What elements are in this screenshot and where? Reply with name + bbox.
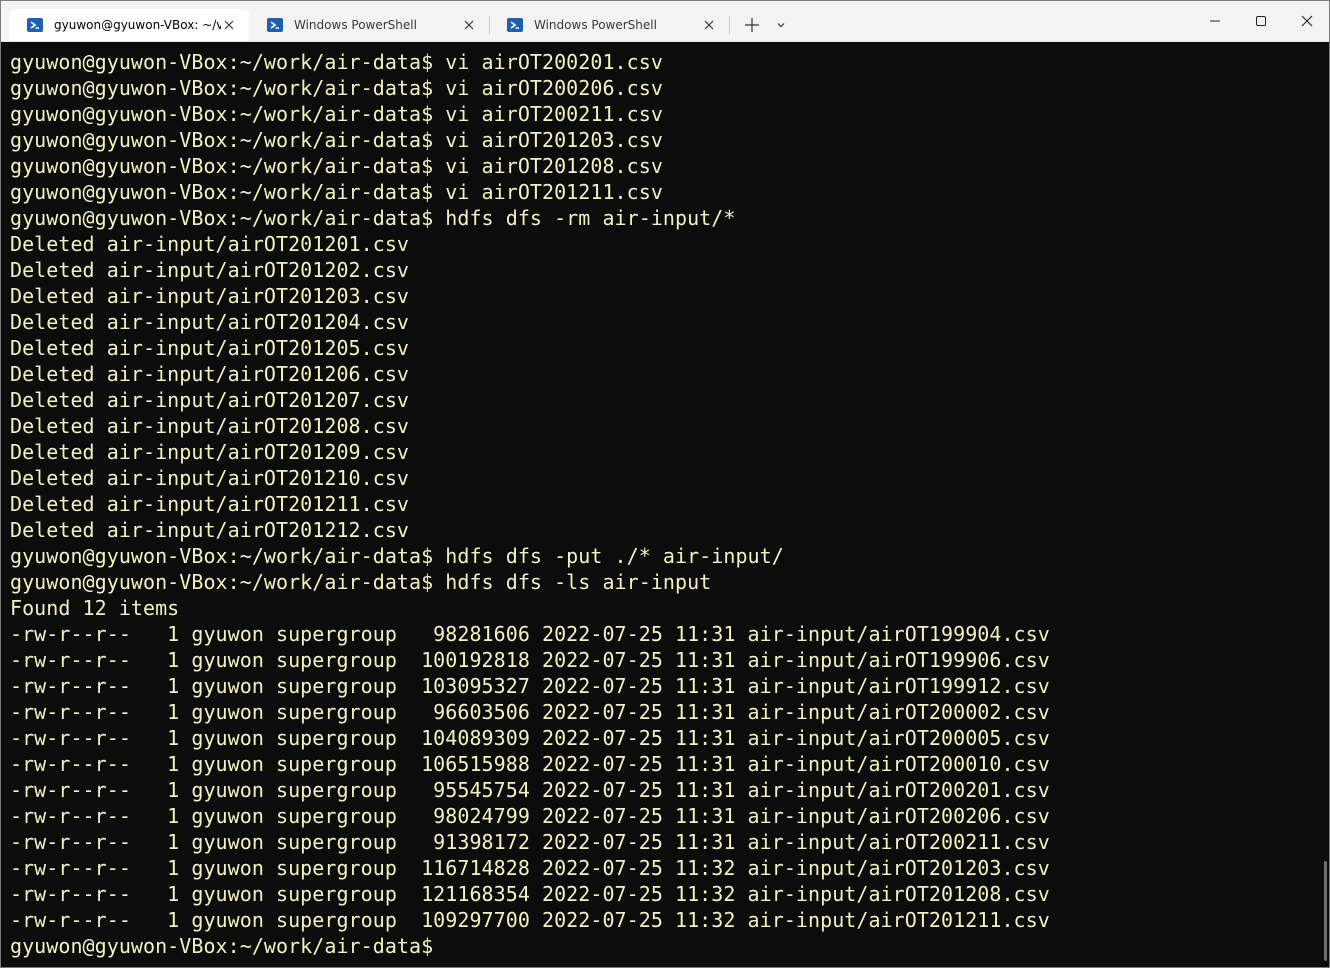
terminal-line: gyuwon@gyuwon-VBox:~/work/air-data$ hdfs…	[10, 206, 736, 230]
close-icon[interactable]	[221, 17, 237, 33]
chevron-down-icon	[777, 23, 785, 28]
terminal-line: gyuwon@gyuwon-VBox:~/work/air-data$ vi a…	[10, 50, 663, 74]
maximize-button[interactable]	[1238, 1, 1284, 41]
terminal-line: Deleted air-input/airOT201202.csv	[10, 258, 410, 282]
terminal-line: gyuwon@gyuwon-VBox:~/work/air-data$ vi a…	[10, 76, 663, 100]
terminal-line: gyuwon@gyuwon-VBox:~/work/air-data$ vi a…	[10, 154, 663, 178]
tab-bar: gyuwon@gyuwon-VBox: ~/v Windows PowerShe…	[1, 1, 1329, 42]
tab-label: gyuwon@gyuwon-VBox: ~/v	[54, 18, 221, 32]
terminal-line: -rw-r--r-- 1 gyuwon supergroup 103095327…	[10, 674, 1050, 698]
terminal-line: -rw-r--r-- 1 gyuwon supergroup 109297700…	[10, 908, 1050, 932]
maximize-icon	[1256, 16, 1266, 26]
terminal-line: Deleted air-input/airOT201207.csv	[10, 388, 410, 412]
terminal-line: Found 12 items	[10, 596, 180, 620]
minimize-icon	[1210, 20, 1220, 22]
terminal-line: Deleted air-input/airOT201205.csv	[10, 336, 410, 360]
plus-icon	[745, 18, 759, 32]
terminal-window: gyuwon@gyuwon-VBox: ~/v Windows PowerShe…	[0, 0, 1330, 968]
terminal-line: -rw-r--r-- 1 gyuwon supergroup 98024799 …	[10, 804, 1050, 828]
close-icon[interactable]	[701, 17, 717, 33]
terminal-line: -rw-r--r-- 1 gyuwon supergroup 104089309…	[10, 726, 1050, 750]
new-tab-button[interactable]	[737, 11, 767, 39]
terminal-line: Deleted air-input/airOT201208.csv	[10, 414, 410, 438]
window-close-button[interactable]	[1284, 1, 1329, 41]
terminal-line: gyuwon@gyuwon-VBox:~/work/air-data$	[10, 934, 434, 958]
terminal-line: Deleted air-input/airOT201203.csv	[10, 284, 410, 308]
scrollbar[interactable]	[1324, 861, 1327, 961]
tab-ubuntu-terminal[interactable]: gyuwon@gyuwon-VBox: ~/v	[9, 9, 249, 41]
terminal-line: gyuwon@gyuwon-VBox:~/work/air-data$ hdfs…	[10, 544, 784, 568]
tab-label: Windows PowerShell	[294, 18, 417, 32]
powershell-icon	[507, 18, 523, 32]
tab-separator	[729, 16, 730, 34]
terminal-line: -rw-r--r-- 1 gyuwon supergroup 100192818…	[10, 648, 1050, 672]
terminal-line: Deleted air-input/airOT201209.csv	[10, 440, 410, 464]
terminal-output[interactable]: gyuwon@gyuwon-VBox:~/work/air-data$ vi a…	[1, 42, 1323, 967]
terminal-line: -rw-r--r-- 1 gyuwon supergroup 91398172 …	[10, 830, 1050, 854]
terminal-line: gyuwon@gyuwon-VBox:~/work/air-data$ vi a…	[10, 102, 663, 126]
close-icon	[1301, 15, 1313, 27]
terminal-line: Deleted air-input/airOT201204.csv	[10, 310, 410, 334]
powershell-icon	[27, 18, 43, 32]
terminal-line: gyuwon@gyuwon-VBox:~/work/air-data$ hdfs…	[10, 570, 712, 594]
powershell-icon	[267, 18, 283, 32]
terminal-line: -rw-r--r-- 1 gyuwon supergroup 96603506 …	[10, 700, 1050, 724]
terminal-line: -rw-r--r-- 1 gyuwon supergroup 116714828…	[10, 856, 1050, 880]
terminal-line: Deleted air-input/airOT201212.csv	[10, 518, 410, 542]
terminal-line: -rw-r--r-- 1 gyuwon supergroup 121168354…	[10, 882, 1050, 906]
terminal-line: Deleted air-input/airOT201211.csv	[10, 492, 410, 516]
tab-powershell-2[interactable]: Windows PowerShell	[489, 9, 729, 41]
tab-label: Windows PowerShell	[534, 18, 657, 32]
close-icon[interactable]	[461, 17, 477, 33]
minimize-button[interactable]	[1192, 1, 1238, 41]
terminal-line: -rw-r--r-- 1 gyuwon supergroup 106515988…	[10, 752, 1050, 776]
terminal-line: Deleted air-input/airOT201206.csv	[10, 362, 410, 386]
terminal-line: -rw-r--r-- 1 gyuwon supergroup 95545754 …	[10, 778, 1050, 802]
tab-dropdown-button[interactable]	[769, 11, 793, 39]
terminal-line: gyuwon@gyuwon-VBox:~/work/air-data$ vi a…	[10, 180, 663, 204]
terminal-line: gyuwon@gyuwon-VBox:~/work/air-data$ vi a…	[10, 128, 663, 152]
terminal-line: Deleted air-input/airOT201210.csv	[10, 466, 410, 490]
terminal-line: -rw-r--r-- 1 gyuwon supergroup 98281606 …	[10, 622, 1050, 646]
terminal-line: Deleted air-input/airOT201201.csv	[10, 232, 410, 256]
tab-powershell-1[interactable]: Windows PowerShell	[249, 9, 489, 41]
